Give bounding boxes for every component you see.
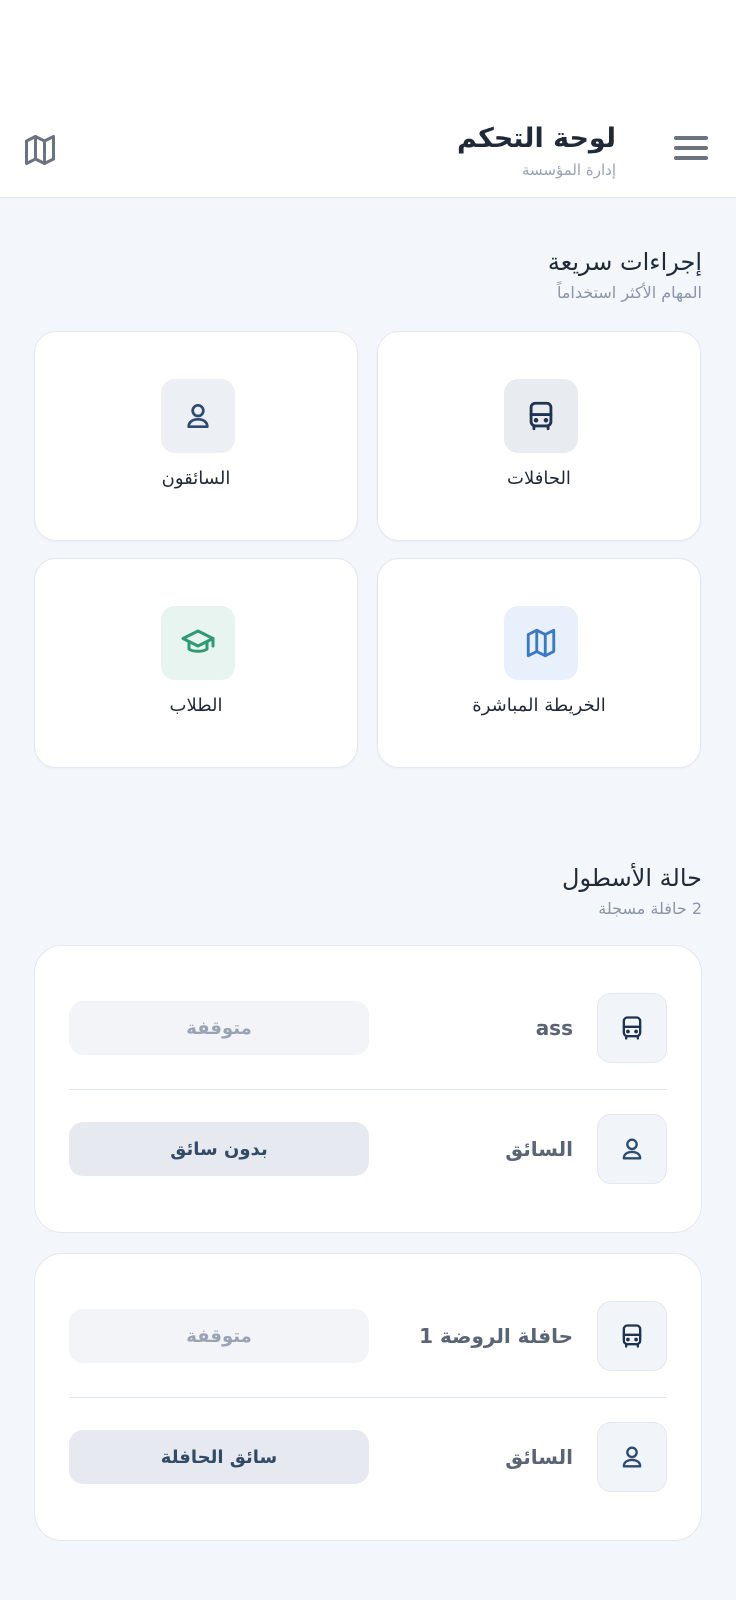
section-title: حالة الأسطول	[562, 864, 702, 892]
driver-badge: سائق الحافلة	[69, 1430, 369, 1484]
quick-action-students[interactable]: الطلاب	[34, 558, 358, 768]
status-bar-area	[0, 0, 736, 104]
driver-label: السائق	[505, 1137, 573, 1161]
bus-card[interactable]: حافلة الروضة 1 متوقفة السائق سائق الحافل…	[34, 1253, 702, 1541]
divider	[69, 1397, 667, 1398]
section-subtitle: 2 حافلة مسجلة	[598, 899, 702, 918]
driver-badge: بدون سائق	[69, 1122, 369, 1176]
graduation-cap-icon	[161, 606, 235, 680]
driver-label: السائق	[505, 1445, 573, 1469]
page-title: لوحة التحكم	[456, 123, 616, 154]
hamburger-menu-icon[interactable]	[674, 136, 708, 166]
app-header: لوحة التحكم إدارة المؤسسة	[0, 104, 736, 198]
status-badge: متوقفة	[69, 1001, 369, 1055]
quick-action-label: الخريطة المباشرة	[472, 695, 606, 716]
section-subtitle: المهام الأكثر استخداماً	[556, 283, 702, 302]
map-icon[interactable]	[22, 132, 58, 168]
quick-action-buses[interactable]: الحافلات	[377, 331, 701, 541]
bus-card[interactable]: ass متوقفة السائق بدون سائق	[34, 945, 702, 1233]
map-icon	[504, 606, 578, 680]
bus-icon	[504, 379, 578, 453]
user-icon	[597, 1114, 667, 1184]
quick-action-label: السائقون	[161, 468, 231, 489]
quick-action-live-map[interactable]: الخريطة المباشرة	[377, 558, 701, 768]
user-icon	[597, 1422, 667, 1492]
header-title-block: لوحة التحكم إدارة المؤسسة	[457, 121, 616, 180]
page-subtitle: إدارة المؤسسة	[521, 161, 616, 179]
user-icon	[161, 379, 235, 453]
status-badge: متوقفة	[69, 1309, 369, 1363]
bus-icon	[597, 993, 667, 1063]
divider	[69, 1089, 667, 1090]
fleet-status-header: حالة الأسطول 2 حافلة مسجلة	[562, 862, 702, 920]
bus-icon	[597, 1301, 667, 1371]
quick-actions-header: إجراءات سريعة المهام الأكثر استخداماً	[548, 246, 702, 304]
bus-name: ass	[535, 1016, 573, 1040]
bus-name: حافلة الروضة 1	[419, 1324, 573, 1348]
quick-action-label: الطلاب	[169, 695, 223, 716]
quick-action-drivers[interactable]: السائقون	[34, 331, 358, 541]
quick-action-label: الحافلات	[507, 468, 571, 489]
section-title: إجراءات سريعة	[547, 248, 702, 276]
